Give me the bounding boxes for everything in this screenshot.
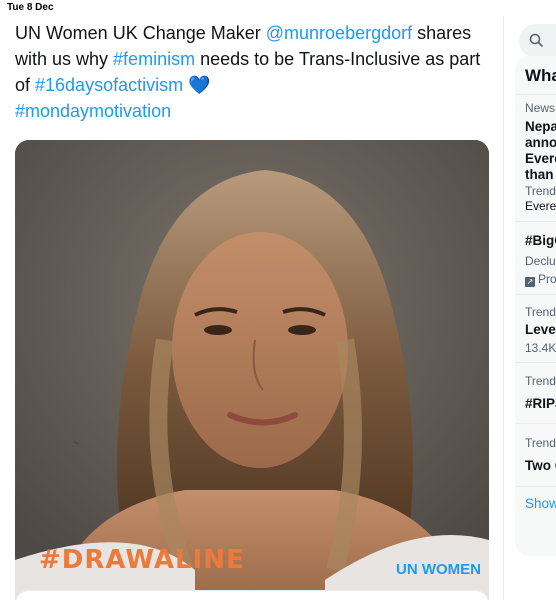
un-women-logo: UN WOMEN: [396, 561, 481, 578]
hashtag-feminism-link[interactable]: #feminism: [113, 49, 195, 69]
trend-title: Two C: [525, 458, 556, 473]
hashtag-16days-link[interactable]: #16daysofactivism: [35, 75, 183, 95]
trends-panel-title: Wha: [525, 66, 556, 85]
show-more-link[interactable]: Show: [525, 496, 556, 511]
divider: [515, 486, 556, 487]
tweet-media-video[interactable]: ~ #DRAWALINE UN WOMEN: [15, 140, 489, 600]
reply-bar[interactable]: [15, 590, 489, 600]
divider: [515, 423, 556, 424]
status-bar: Tue 8 Dec: [0, 0, 556, 16]
mention-link[interactable]: @munroebergdorf: [266, 23, 412, 43]
trend-title-line: anno: [525, 135, 556, 150]
trend-small: Everes: [525, 199, 556, 213]
tweet-column: UN Women UK Change Maker @munroebergdorf…: [0, 16, 504, 600]
trend-meta: Trend: [525, 436, 556, 450]
trend-title: Level: [525, 322, 556, 337]
status-date: Tue 8 Dec: [7, 2, 54, 13]
drawaline-overlay: #DRAWALINE: [39, 545, 245, 575]
right-sidebar: Wha News Nepa anno Evere than Trendi Eve…: [505, 16, 556, 600]
trend-title: #RIPJ: [525, 396, 556, 411]
trend-title-line: Evere: [525, 151, 556, 166]
divider: [515, 94, 556, 95]
divider: [515, 294, 556, 295]
hashtag-monday-link[interactable]: #mondaymotivation: [15, 101, 171, 121]
search-icon: [529, 33, 543, 47]
trend-meta: Trend: [525, 374, 556, 388]
trend-title-line: than: [525, 167, 554, 182]
media-illustration: ~: [15, 140, 489, 600]
blue-heart-emoji: 💙: [188, 75, 211, 95]
trend-sub: Trendi: [525, 184, 556, 198]
tweet-text: UN Women UK Change Maker @munroebergdorf…: [15, 20, 495, 124]
trend-sub: 13.4K: [525, 341, 556, 355]
trend-sub: Declu: [525, 254, 556, 268]
trend-meta: Trend: [525, 305, 556, 319]
trend-meta: News: [525, 101, 556, 115]
trend-title-line: Nepa: [525, 119, 556, 134]
divider: [515, 221, 556, 222]
promoted-label: ↗ Pro: [525, 272, 556, 287]
promoted-icon: ↗: [525, 277, 535, 287]
promoted-text: Pro: [538, 272, 556, 286]
divider: [515, 362, 556, 363]
trend-title: #BigC: [525, 233, 556, 248]
tweet-text-part: UN Women UK Change Maker: [15, 23, 266, 43]
